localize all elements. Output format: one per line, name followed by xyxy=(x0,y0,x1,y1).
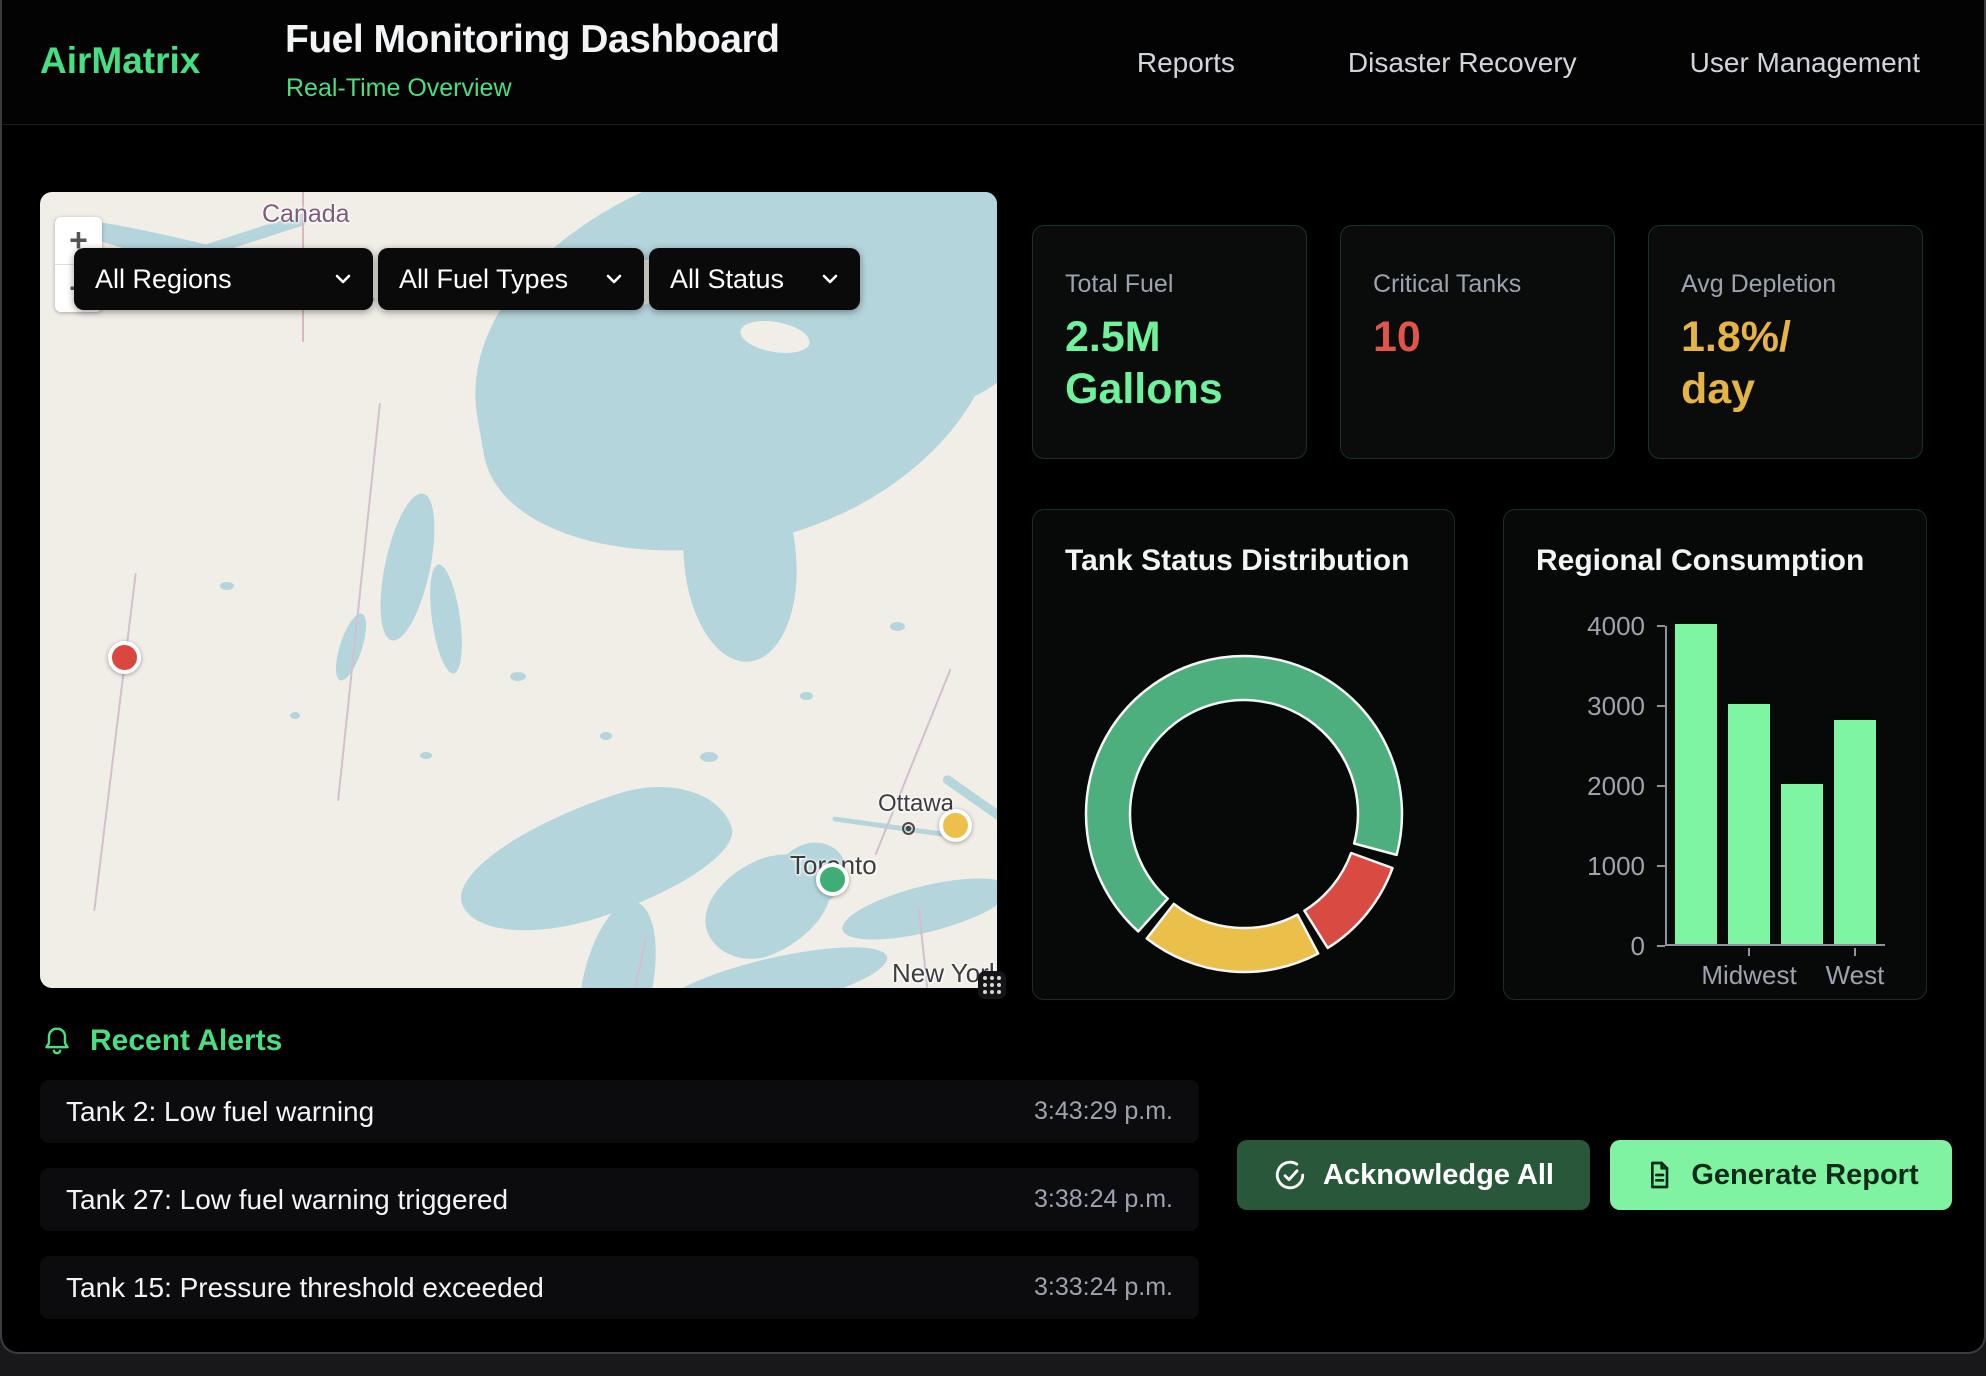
border-line-sk-mb xyxy=(93,573,136,911)
alert-row[interactable]: Tank 27: Low fuel warning triggered 3:38… xyxy=(40,1168,1199,1231)
chart-title: Tank Status Distribution xyxy=(1065,544,1409,578)
kpi-cards: Total Fuel 2.5M Gallons Critical Tanks 1… xyxy=(1032,225,1923,459)
small-lake-6 xyxy=(800,692,813,700)
map-marker-normal[interactable] xyxy=(816,863,849,896)
status-filter-value: All Status xyxy=(670,264,784,295)
kpi-value: 1.8%/ day xyxy=(1681,311,1894,416)
nav-item-user-management[interactable]: User Management xyxy=(1690,47,1920,79)
alert-message: Tank 27: Low fuel warning triggered xyxy=(66,1184,508,1216)
kpi-card-critical-tanks: Critical Tanks 10 xyxy=(1340,225,1615,459)
main-nav: Reports Disaster Recovery User Managemen… xyxy=(1137,0,1920,125)
alert-message: Tank 2: Low fuel warning xyxy=(66,1096,374,1128)
fuel-type-filter-value: All Fuel Types xyxy=(399,264,568,295)
chevron-down-icon xyxy=(602,267,626,291)
nav-item-disaster-recovery[interactable]: Disaster Recovery xyxy=(1348,47,1577,79)
alert-timestamp: 3:38:24 p.m. xyxy=(1034,1185,1173,1214)
regional-consumption-chart-card: Regional Consumption 01000200030004000Mi… xyxy=(1503,509,1927,1000)
map-label-canada: Canada xyxy=(262,200,350,229)
small-lake-5 xyxy=(700,752,718,762)
page-subtitle: Real-Time Overview xyxy=(286,74,512,103)
alert-message: Tank 15: Pressure threshold exceeded xyxy=(66,1272,544,1304)
kpi-card-total-fuel: Total Fuel 2.5M Gallons xyxy=(1032,225,1307,459)
app-header: AirMatrix Fuel Monitoring Dashboard Real… xyxy=(2,0,1984,125)
alert-row[interactable]: Tank 15: Pressure threshold exceeded 3:3… xyxy=(40,1256,1199,1319)
region-filter-value: All Regions xyxy=(95,264,232,295)
bell-icon xyxy=(42,1025,72,1057)
map-marker-warning[interactable] xyxy=(939,809,972,842)
kpi-value: 10 xyxy=(1373,311,1586,363)
document-icon xyxy=(1643,1159,1675,1191)
small-lake-4 xyxy=(600,732,612,740)
small-lake-1 xyxy=(220,582,234,590)
acknowledge-all-button[interactable]: Acknowledge All xyxy=(1237,1140,1590,1210)
small-lake-2 xyxy=(290,712,300,719)
map-filter-bar: All Regions All Fuel Types All Status xyxy=(74,248,860,310)
kpi-label: Critical Tanks xyxy=(1373,270,1586,299)
lake-superior xyxy=(445,763,746,956)
brand-logo[interactable]: AirMatrix xyxy=(40,40,200,82)
map-canvas[interactable]: Canada Ottawa Toronto New York + − All R… xyxy=(40,192,997,988)
kpi-label: Avg Depletion xyxy=(1681,270,1894,299)
kpi-label: Total Fuel xyxy=(1065,270,1278,299)
kpi-card-avg-depletion: Avg Depletion 1.8%/ day xyxy=(1648,225,1923,459)
alerts-title: Recent Alerts xyxy=(90,1024,282,1058)
region-filter-dropdown[interactable]: All Regions xyxy=(74,248,373,310)
small-lake-7 xyxy=(890,622,905,631)
chart-title: Regional Consumption xyxy=(1536,544,1864,578)
border-line-mb-on xyxy=(337,403,381,801)
generate-report-label: Generate Report xyxy=(1691,1159,1918,1192)
alert-timestamp: 3:43:29 p.m. xyxy=(1034,1097,1173,1126)
ottawa-town-icon xyxy=(902,822,915,835)
generate-report-button[interactable]: Generate Report xyxy=(1610,1140,1952,1210)
acknowledge-all-label: Acknowledge All xyxy=(1323,1159,1554,1192)
nav-item-reports[interactable]: Reports xyxy=(1137,47,1235,79)
map-drag-handle[interactable] xyxy=(978,971,1006,999)
status-filter-dropdown[interactable]: All Status xyxy=(649,248,860,310)
bar-chart: 01000200030004000MidwestWest xyxy=(1665,626,1885,946)
chevron-down-icon xyxy=(331,267,355,291)
alert-row[interactable]: Tank 2: Low fuel warning 3:43:29 p.m. xyxy=(40,1080,1199,1143)
dashboard-window: AirMatrix Fuel Monitoring Dashboard Real… xyxy=(0,0,1986,1354)
small-lake-8 xyxy=(420,752,432,759)
chevron-down-icon xyxy=(818,267,842,291)
lake-winnipegosis xyxy=(424,563,467,676)
tank-status-chart-card: Tank Status Distribution xyxy=(1032,509,1455,1000)
check-circle-icon xyxy=(1273,1158,1307,1192)
small-lake-3 xyxy=(510,672,526,681)
donut-chart xyxy=(1079,649,1409,979)
page-title: Fuel Monitoring Dashboard xyxy=(285,18,779,62)
fuel-type-filter-dropdown[interactable]: All Fuel Types xyxy=(378,248,644,310)
kpi-value: 2.5M Gallons xyxy=(1065,311,1278,416)
map-marker-critical[interactable] xyxy=(108,641,141,674)
alerts-header: Recent Alerts xyxy=(42,1024,282,1058)
alert-timestamp: 3:33:24 p.m. xyxy=(1034,1273,1173,1302)
